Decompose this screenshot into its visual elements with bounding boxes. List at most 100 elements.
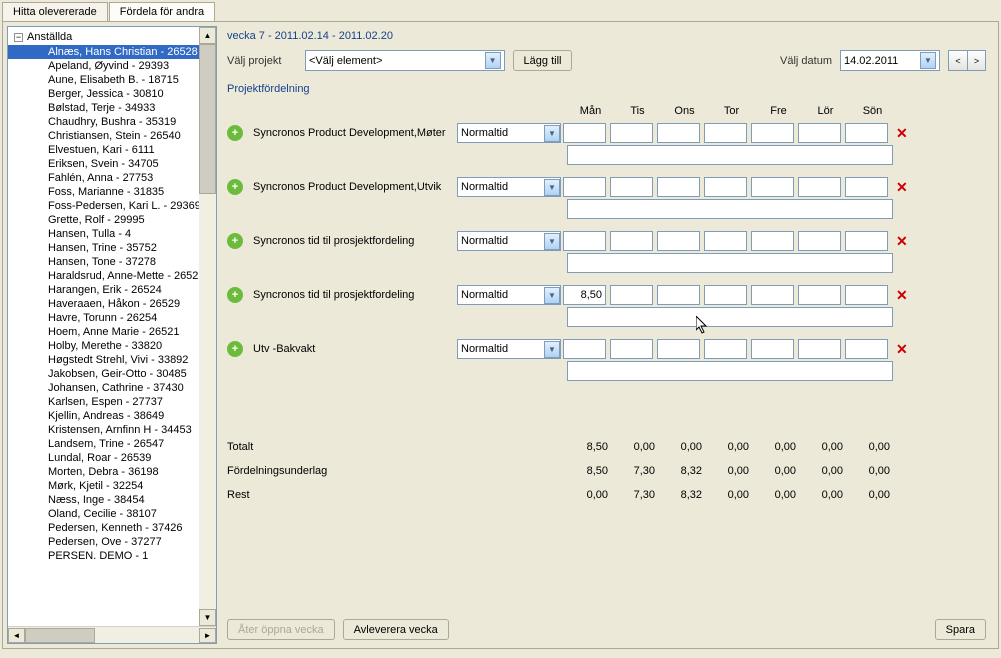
delete-icon[interactable]: ✕	[890, 341, 908, 358]
hours-input[interactable]	[751, 339, 794, 359]
add-button[interactable]: Lägg till	[513, 50, 573, 71]
tree-item[interactable]: Havre, Torunn - 26254	[8, 311, 199, 325]
tree-item[interactable]: Chaudhry, Bushra - 35319	[8, 115, 199, 129]
tab-undelivered[interactable]: Hitta olevererade	[2, 2, 108, 21]
dropdown-icon[interactable]: ▼	[485, 52, 501, 69]
tree-item[interactable]: Foss, Marianne - 31835	[8, 185, 199, 199]
tree-hscroll[interactable]: ◄ ►	[8, 626, 216, 643]
date-select[interactable]: 14.02.2011 ▼	[840, 50, 940, 71]
time-type-select[interactable]: Normaltid▼	[457, 177, 561, 197]
scroll-down-icon[interactable]: ▼	[199, 609, 216, 626]
dropdown-icon[interactable]: ▼	[544, 179, 560, 196]
hours-input[interactable]	[610, 339, 653, 359]
scroll-right-icon[interactable]: ►	[199, 628, 216, 643]
expand-icon[interactable]: +	[227, 287, 243, 303]
hours-input[interactable]	[704, 231, 747, 251]
hours-input[interactable]	[798, 231, 841, 251]
hours-input[interactable]	[610, 285, 653, 305]
note-input[interactable]	[567, 361, 893, 381]
dropdown-icon[interactable]: ▼	[544, 233, 560, 250]
tree-item[interactable]: Oland, Cecilie - 38107	[8, 507, 199, 521]
tree-item[interactable]: Landsem, Trine - 26547	[8, 437, 199, 451]
hours-input[interactable]	[845, 231, 888, 251]
reopen-week-button[interactable]: Åter öppna vecka	[227, 619, 335, 640]
expand-icon[interactable]: +	[227, 341, 243, 357]
tree-item[interactable]: Christiansen, Stein - 26540	[8, 129, 199, 143]
time-type-select[interactable]: Normaltid▼	[457, 285, 561, 305]
tree-item[interactable]: Elvestuen, Kari - 6111	[8, 143, 199, 157]
delete-icon[interactable]: ✕	[890, 287, 908, 304]
dropdown-icon[interactable]: ▼	[920, 52, 936, 69]
hours-input[interactable]	[563, 285, 606, 305]
tree-item[interactable]: Haraldsrud, Anne-Mette - 26522	[8, 269, 199, 283]
note-input[interactable]	[567, 145, 893, 165]
delete-icon[interactable]: ✕	[890, 125, 908, 142]
dropdown-icon[interactable]: ▼	[544, 125, 560, 142]
note-input[interactable]	[567, 199, 893, 219]
tree-root[interactable]: − Anställda	[8, 29, 199, 45]
tree-item[interactable]: Apeland, Øyvind - 29393	[8, 59, 199, 73]
hscroll-thumb[interactable]	[25, 628, 95, 643]
tree-item[interactable]: Næss, Inge - 38454	[8, 493, 199, 507]
note-input[interactable]	[567, 307, 893, 327]
hours-input[interactable]	[704, 177, 747, 197]
tree-item[interactable]: Johansen, Cathrine - 37430	[8, 381, 199, 395]
hours-input[interactable]	[751, 177, 794, 197]
hours-input[interactable]	[657, 123, 700, 143]
tree-item[interactable]: Pedersen, Kenneth - 37426	[8, 521, 199, 535]
tree-item[interactable]: Hansen, Trine - 35752	[8, 241, 199, 255]
tab-distribute[interactable]: Fördela för andra	[109, 2, 215, 21]
hours-input[interactable]	[657, 177, 700, 197]
next-week-button[interactable]: >	[967, 50, 986, 71]
tree-item[interactable]: Karlsen, Espen - 27737	[8, 395, 199, 409]
tree-item[interactable]: Hansen, Tone - 37278	[8, 255, 199, 269]
collapse-icon[interactable]: −	[14, 33, 23, 42]
hours-input[interactable]	[610, 231, 653, 251]
hours-input[interactable]	[704, 123, 747, 143]
tree-item[interactable]: Foss-Pedersen, Kari L. - 29369	[8, 199, 199, 213]
tree-item[interactable]: Berger, Jessica - 30810	[8, 87, 199, 101]
scroll-left-icon[interactable]: ◄	[8, 628, 25, 643]
delete-icon[interactable]: ✕	[890, 179, 908, 196]
tree-item[interactable]: Haveraaen, Håkon - 26529	[8, 297, 199, 311]
note-input[interactable]	[567, 253, 893, 273]
tree-item[interactable]: Høgstedt Strehl, Vivi - 33892	[8, 353, 199, 367]
tree-item[interactable]: Kristensen, Arnfinn H - 34453	[8, 423, 199, 437]
expand-icon[interactable]: +	[227, 179, 243, 195]
hours-input[interactable]	[657, 231, 700, 251]
hours-input[interactable]	[751, 285, 794, 305]
dropdown-icon[interactable]: ▼	[544, 341, 560, 358]
delete-icon[interactable]: ✕	[890, 233, 908, 250]
tree-item[interactable]: Hoem, Anne Marie - 26521	[8, 325, 199, 339]
expand-icon[interactable]: +	[227, 233, 243, 249]
tree-item[interactable]: PERSEN. DEMO - 1	[8, 549, 199, 563]
hours-input[interactable]	[845, 285, 888, 305]
hours-input[interactable]	[798, 177, 841, 197]
tree-item[interactable]: Alnæs, Hans Christian - 26528	[8, 45, 199, 59]
tree-item[interactable]: Jakobsen, Geir-Otto - 30485	[8, 367, 199, 381]
time-type-select[interactable]: Normaltid▼	[457, 231, 561, 251]
tree-item[interactable]: Grette, Rolf - 29995	[8, 213, 199, 227]
tree-item[interactable]: Pedersen, Ove - 37277	[8, 535, 199, 549]
hours-input[interactable]	[798, 285, 841, 305]
prev-week-button[interactable]: <	[948, 50, 967, 71]
hours-input[interactable]	[845, 177, 888, 197]
tree-item[interactable]: Harangen, Erik - 26524	[8, 283, 199, 297]
time-type-select[interactable]: Normaltid▼	[457, 123, 561, 143]
tree-item[interactable]: Fahlén, Anna - 27753	[8, 171, 199, 185]
tree-item[interactable]: Aune, Elisabeth B. - 18715	[8, 73, 199, 87]
hours-input[interactable]	[657, 339, 700, 359]
hours-input[interactable]	[751, 231, 794, 251]
hours-input[interactable]	[563, 123, 606, 143]
hours-input[interactable]	[798, 339, 841, 359]
save-button[interactable]: Spara	[935, 619, 986, 640]
expand-icon[interactable]: +	[227, 125, 243, 141]
tree-item[interactable]: Eriksen, Svein - 34705	[8, 157, 199, 171]
hours-input[interactable]	[563, 231, 606, 251]
project-select[interactable]: <Välj element> ▼	[305, 50, 505, 71]
hours-input[interactable]	[798, 123, 841, 143]
tree-item[interactable]: Hansen, Tulla - 4	[8, 227, 199, 241]
tree-item[interactable]: Mørk, Kjetil - 32254	[8, 479, 199, 493]
deliver-week-button[interactable]: Avleverera vecka	[343, 619, 449, 640]
hours-input[interactable]	[610, 123, 653, 143]
